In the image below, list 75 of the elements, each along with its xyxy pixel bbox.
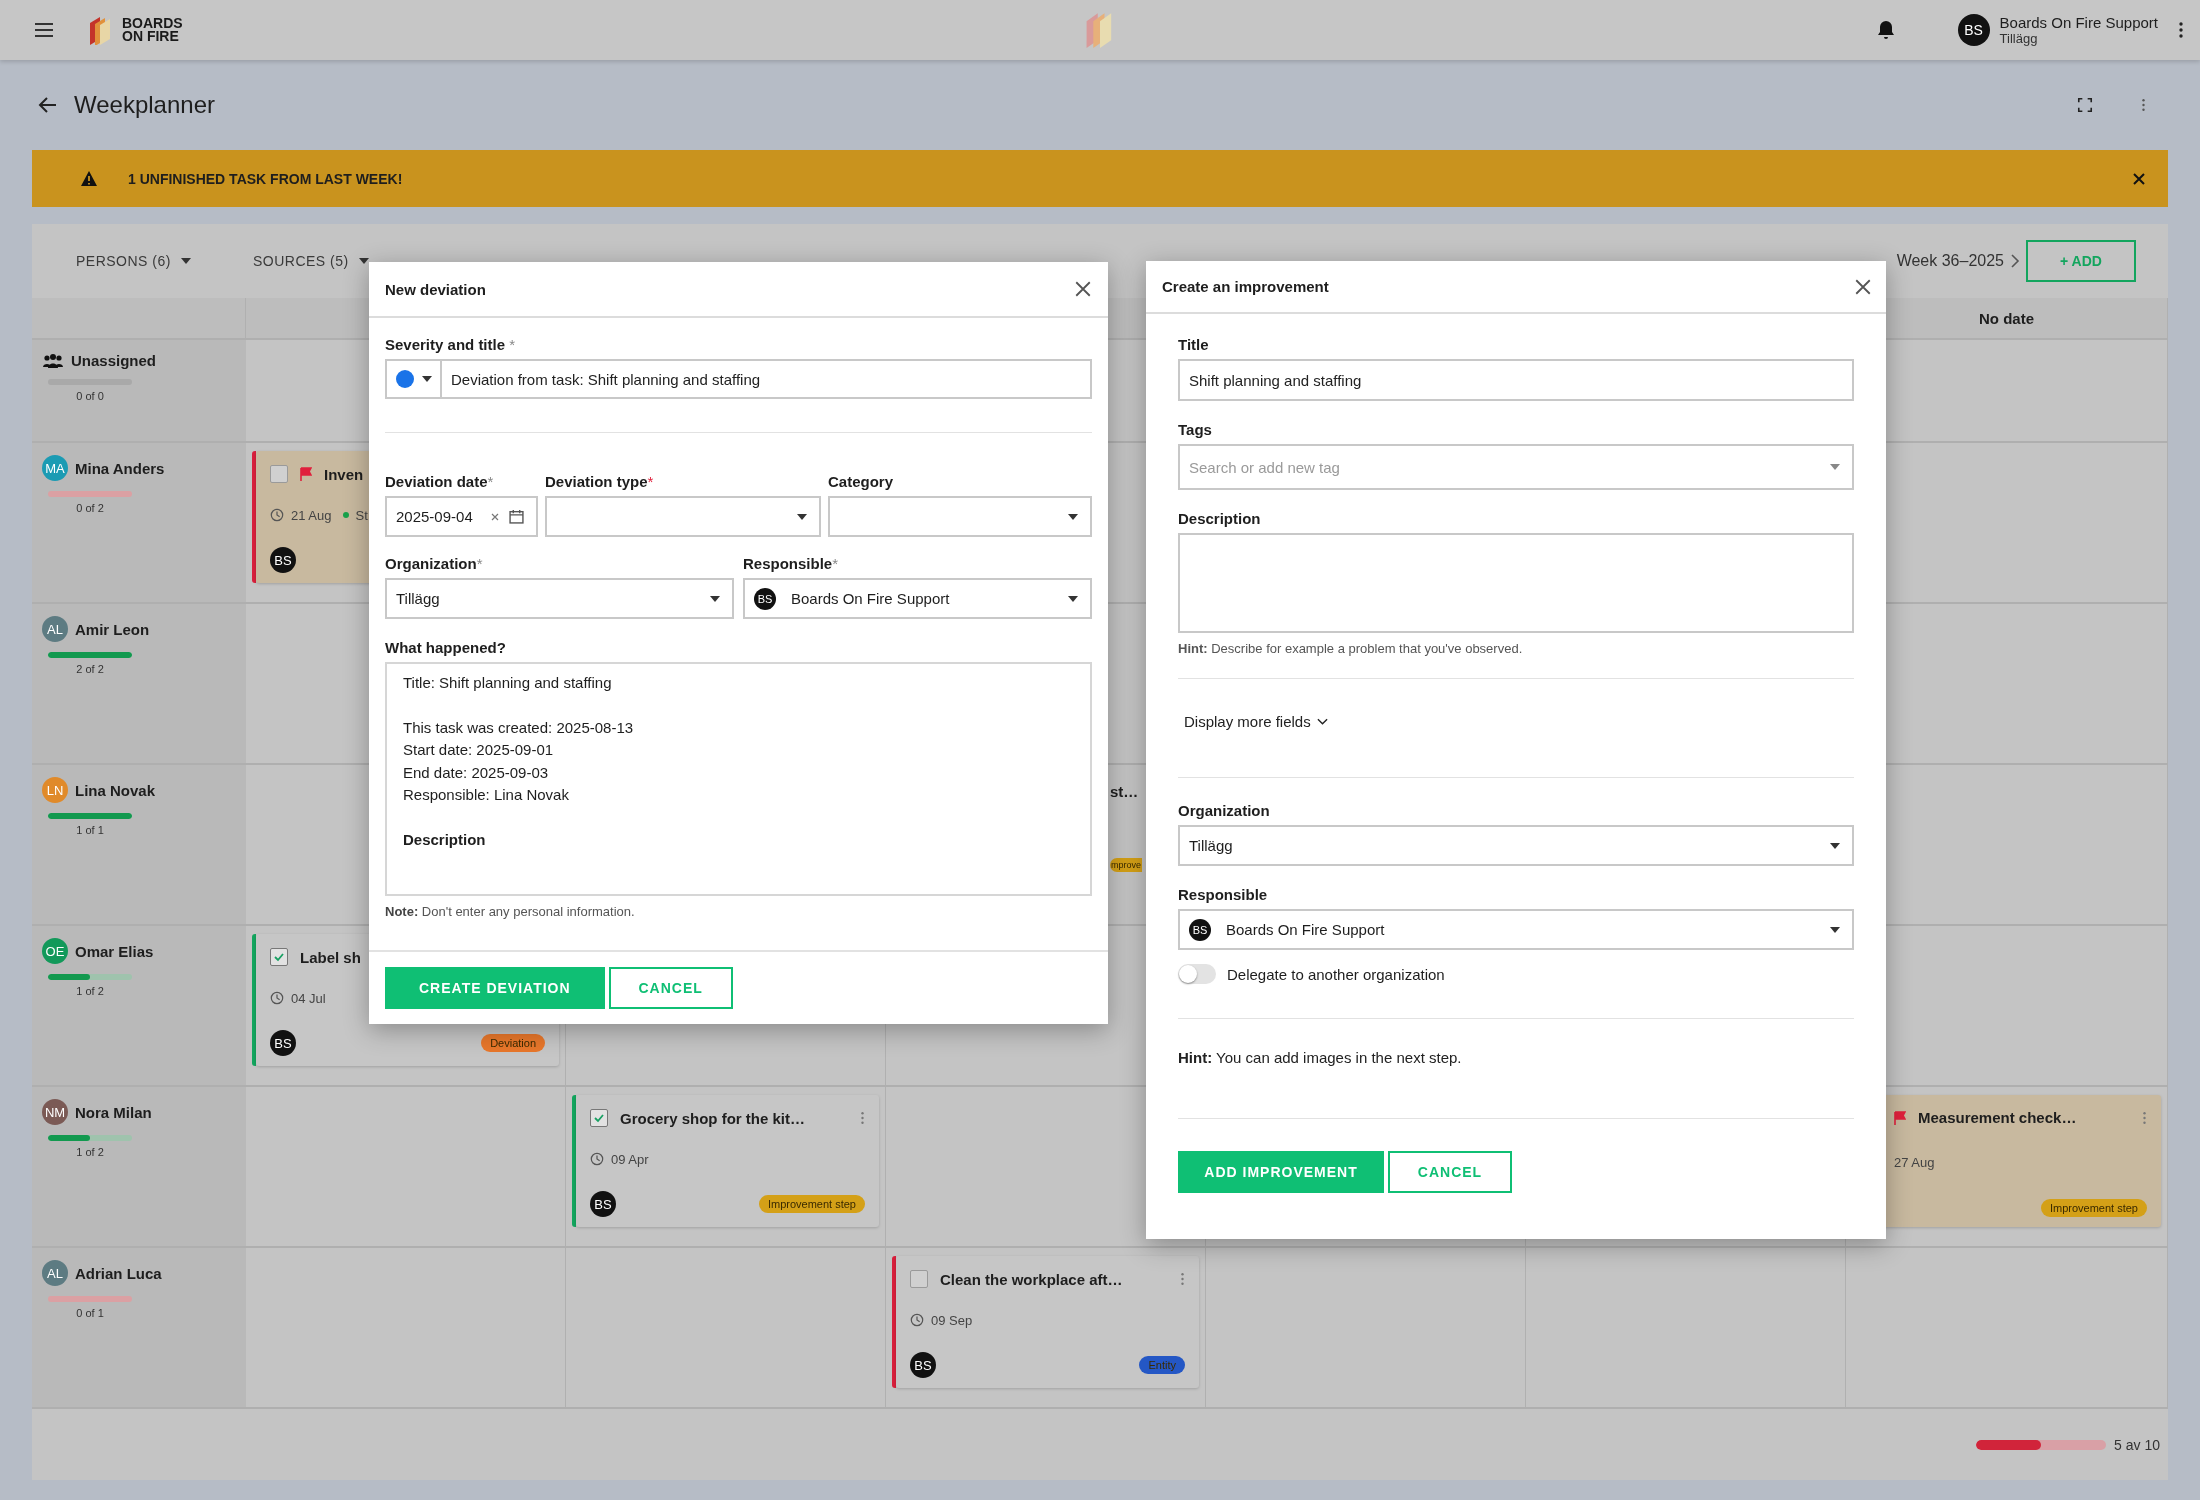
field-label: Responsible xyxy=(1178,886,1269,903)
progress-count: 2 of 2 xyxy=(75,663,105,675)
card-title: st… xyxy=(1110,783,1139,800)
hint-text: Hint: Describe for example a problem that you've observed. xyxy=(1178,641,1524,656)
progress-count: 0 of 0 xyxy=(75,390,105,402)
person-avatar: LN xyxy=(42,777,68,803)
field-label: Category xyxy=(828,473,895,490)
logo-text: BOARDS ON FIRE xyxy=(122,17,183,43)
text-line: Description xyxy=(403,829,486,850)
progress-count: 5 av 10 xyxy=(2114,1436,2160,1453)
field-label: What happened? xyxy=(385,639,507,656)
field-label: Deviation type* xyxy=(545,473,655,490)
person-avatar: NM xyxy=(42,1099,68,1125)
banner-message: 1 UNFINISHED TASK FROM LAST WEEK! xyxy=(128,170,403,187)
person-avatar: BS xyxy=(754,587,776,610)
progress-count: 0 of 1 xyxy=(75,1307,105,1319)
type-tag: Entity xyxy=(1139,1356,1185,1374)
user-organization: Tillägg xyxy=(1999,31,2039,46)
person-avatar: OE xyxy=(42,938,68,964)
field-label: Organization xyxy=(1178,802,1271,819)
person-name: Lina Novak xyxy=(75,781,156,799)
person-name: Mina Anders xyxy=(75,459,165,477)
due-date: 09 Sep xyxy=(931,1312,973,1328)
card-title: Measurement check… xyxy=(1918,1109,2077,1126)
field-label: Deviation date* xyxy=(385,473,495,490)
field-label: Organization* xyxy=(385,555,484,572)
person-avatar: BS xyxy=(1189,918,1211,941)
type-tag: Deviation xyxy=(481,1034,545,1052)
text-line: End date: 2025-09-03 xyxy=(403,762,549,783)
field-label: Severity and title * xyxy=(385,336,517,353)
person-avatar: MA xyxy=(42,455,68,481)
assignee-avatar: BS xyxy=(590,1191,616,1217)
text-line: Title: Shift planning and staffing xyxy=(403,673,612,693)
hint-text: Hint: You can add images in the next step. xyxy=(1178,1049,1463,1066)
card-title: Inven xyxy=(324,465,364,483)
progress-count: 1 of 2 xyxy=(75,985,105,997)
progress-count: 0 of 2 xyxy=(75,502,105,514)
page-title: Weekplanner xyxy=(74,91,215,119)
progress-count: 1 of 2 xyxy=(75,1146,105,1158)
status-label: St xyxy=(355,507,368,523)
type-tag: Improvement step xyxy=(2040,1199,2147,1217)
card-title: Label sh xyxy=(300,948,361,966)
due-date: 27 Aug xyxy=(1894,1155,1935,1170)
dialog-title: New deviation xyxy=(385,280,486,298)
person-name: Amir Leon xyxy=(75,620,150,638)
week-label: Week 36–2025 xyxy=(1896,252,2004,270)
due-date: 04 Jul xyxy=(291,990,326,1006)
due-date: 09 Apr xyxy=(611,1151,649,1167)
person-avatar: AL xyxy=(42,1260,68,1286)
assignee-avatar: BS xyxy=(910,1352,936,1378)
assignee-avatar: BS xyxy=(270,547,296,573)
person-name: Nora Milan xyxy=(75,1103,152,1121)
field-label: Tags xyxy=(1178,421,1213,438)
person-name: Omar Elias xyxy=(75,942,154,960)
note-text: Note: Don't enter any personal information. xyxy=(385,904,636,919)
dialog-title: Create an improvement xyxy=(1162,278,1329,295)
text-line: This task was created: 2025-08-13 xyxy=(403,717,634,738)
type-tag: Improvement step xyxy=(758,1195,865,1213)
column-heading: No date xyxy=(1979,309,2034,327)
type-tag: mprove xyxy=(1110,858,1142,872)
toggle-label: Delegate to another organization xyxy=(1227,965,1445,983)
field-label: Description xyxy=(1178,510,1262,527)
field-label: Responsible* xyxy=(743,555,840,572)
field-label: Title xyxy=(1178,336,1210,353)
progress-count: 1 of 1 xyxy=(75,824,105,836)
card-title: Clean the workplace aft… xyxy=(940,1270,1123,1288)
text-line: Responsible: Lina Novak xyxy=(403,785,569,805)
text-line: Start date: 2025-09-01 xyxy=(403,740,554,760)
person-avatar: AL xyxy=(42,616,68,642)
user-name: Boards On Fire Support xyxy=(1999,14,2158,31)
card-title: Grocery shop for the kit… xyxy=(620,1109,806,1127)
due-date: 21 Aug xyxy=(291,507,332,523)
person-name: Adrian Luca xyxy=(75,1264,162,1282)
person-name: Unassigned xyxy=(71,352,157,369)
assignee-avatar: BS xyxy=(270,1030,296,1056)
